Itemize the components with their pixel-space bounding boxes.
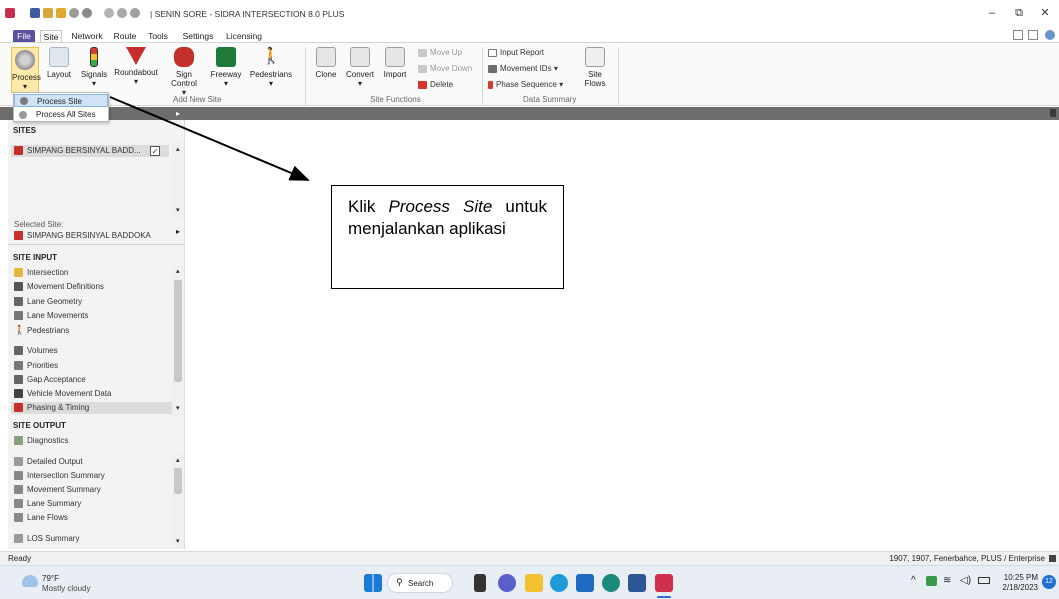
taskbar: 79°F Mostly cloudy ⚲ Search ^ ≋ ◁) 10:25…	[0, 565, 1059, 599]
sidra-taskbar-icon[interactable]	[655, 574, 673, 592]
status-left: Ready	[8, 554, 32, 563]
maps-icon[interactable]	[602, 574, 620, 592]
windows-start-icon[interactable]	[364, 574, 382, 592]
search-icon: ⚲	[396, 577, 403, 587]
active-app-indicator	[657, 596, 671, 598]
weather-icon[interactable]	[22, 575, 38, 587]
volume-icon[interactable]: ◁)	[960, 575, 971, 586]
callout-emphasis: Process Site	[388, 197, 493, 216]
search-box[interactable]: ⚲ Search	[387, 573, 453, 593]
notification-badge[interactable]: 12	[1042, 575, 1056, 589]
clock-date[interactable]: 2/18/2023	[996, 583, 1038, 592]
status-bar: Ready 1907, 1907, Fenerbahce, PLUS / Ent…	[0, 551, 1059, 565]
instruction-callout: Klik Process Site untuk menjalankan apli…	[331, 185, 564, 289]
annotation-arrow	[109, 96, 310, 181]
edge-icon[interactable]	[550, 574, 568, 592]
chevron-up-icon[interactable]: ^	[911, 575, 916, 586]
network-icon[interactable]	[926, 576, 937, 586]
file-explorer-icon[interactable]	[525, 574, 543, 592]
search-label: Search	[408, 579, 434, 588]
weather-desc[interactable]: Mostly cloudy	[42, 584, 90, 593]
status-right: 1907, 1907, Fenerbahce, PLUS / Enterpris…	[889, 554, 1045, 563]
teams-icon[interactable]	[498, 574, 516, 592]
callout-prefix: Klik	[348, 197, 376, 216]
battery-icon[interactable]	[978, 577, 990, 584]
task-view-icon[interactable]	[474, 574, 486, 592]
license-icon	[1049, 555, 1056, 562]
clock-time[interactable]: 10:25 PM	[1002, 573, 1038, 582]
weather-temp[interactable]: 79°F	[42, 574, 59, 583]
wifi-icon[interactable]: ≋	[943, 575, 951, 586]
word-icon[interactable]	[628, 574, 646, 592]
mail-icon[interactable]	[576, 574, 594, 592]
